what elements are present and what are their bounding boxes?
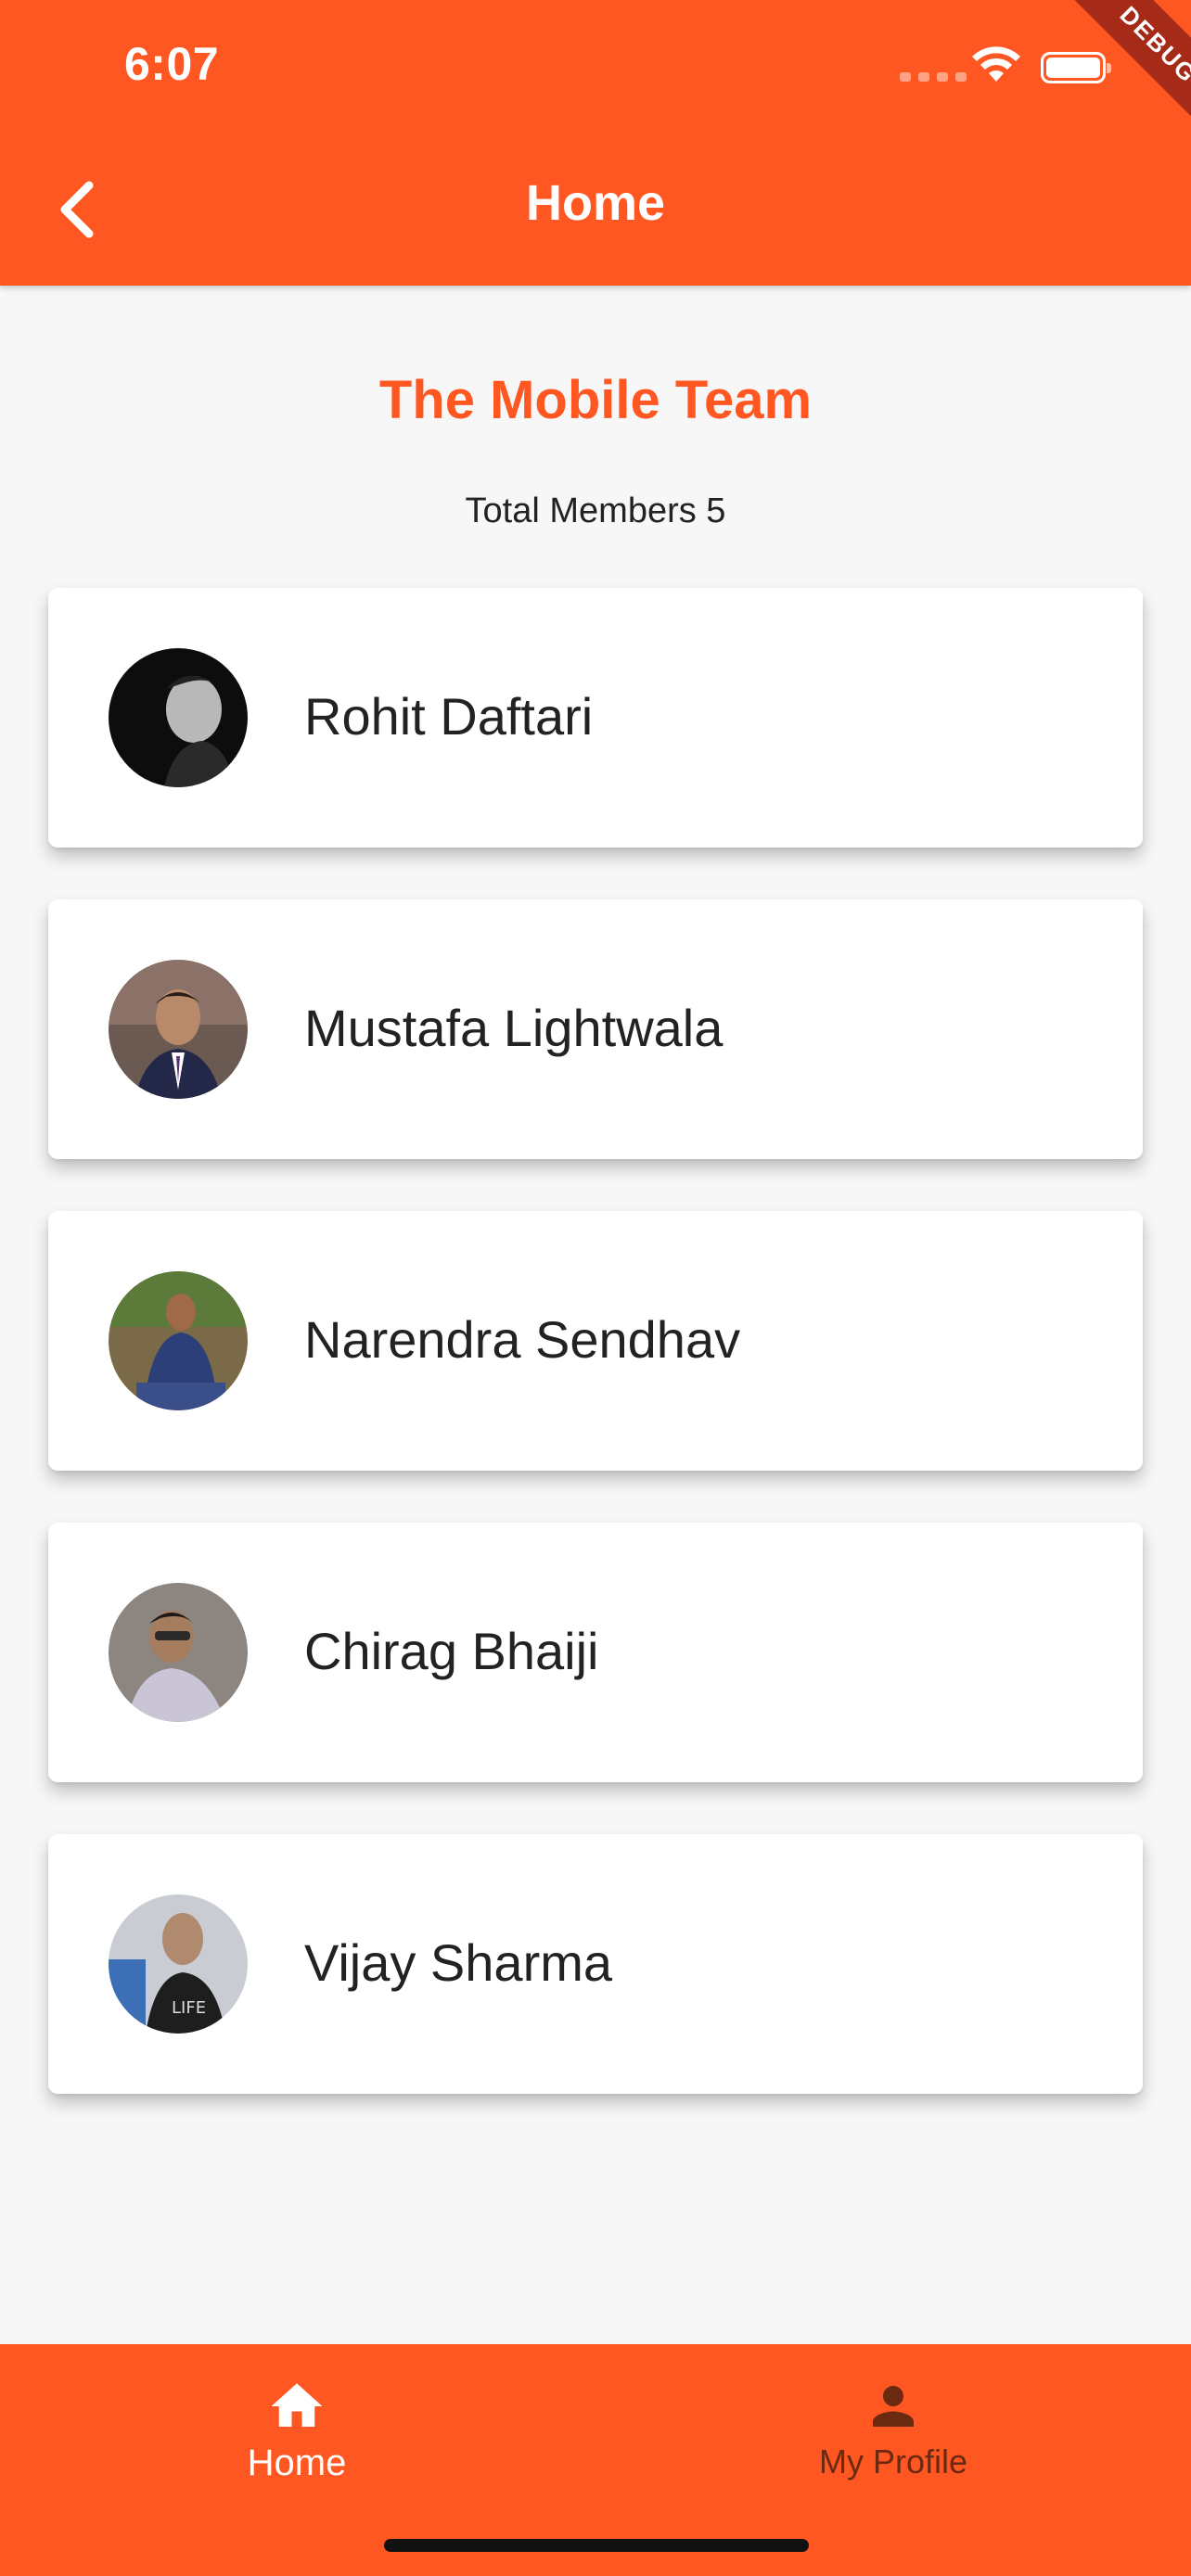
avatar — [109, 648, 248, 787]
avatar — [109, 1583, 248, 1722]
avatar: LIFE — [109, 1894, 248, 2034]
total-members: Total Members 5 — [465, 491, 726, 530]
battery-icon — [1041, 52, 1111, 83]
person-icon — [873, 2386, 914, 2427]
member-name: Vijay Sharma — [304, 1933, 613, 1992]
member-name: Narendra Sendhav — [304, 1310, 741, 1369]
member-card[interactable]: LIFE Vijay Sharma — [48, 1834, 1143, 2094]
member-card[interactable]: Rohit Daftari — [48, 588, 1143, 848]
app-bar: 6:07 Home — [0, 0, 1191, 286]
nav-item-my-profile[interactable]: My Profile — [740, 2376, 1046, 2506]
signal-icon — [900, 72, 967, 82]
bottom-navigation: Home My Profile — [0, 2344, 1191, 2576]
nav-label-my-profile: My Profile — [818, 2442, 968, 2480]
member-card[interactable]: Mustafa Lightwala — [48, 899, 1143, 1159]
home-indicator[interactable] — [384, 2539, 809, 2552]
member-name: Chirag Bhaiji — [304, 1622, 599, 1680]
page-title: Home — [525, 175, 666, 231]
member-name: Mustafa Lightwala — [304, 999, 724, 1057]
svg-text:LIFE: LIFE — [172, 1998, 206, 2018]
nav-item-home[interactable]: Home — [144, 2376, 450, 2506]
member-card[interactable]: Chirag Bhaiji — [48, 1523, 1143, 1782]
wifi-icon — [972, 46, 1020, 82]
status-time: 6:07 — [124, 38, 220, 90]
avatar — [109, 1271, 248, 1410]
nav-label-home: Home — [247, 2442, 347, 2483]
avatar — [109, 960, 248, 1099]
screen: 6:07 Home DEBUG The Mobile Team Total Me… — [0, 0, 1191, 2576]
member-name: Rohit Daftari — [304, 687, 594, 746]
team-name: The Mobile Team — [378, 370, 813, 430]
member-card[interactable]: Narendra Sendhav — [48, 1211, 1143, 1471]
home-icon — [271, 2383, 323, 2427]
